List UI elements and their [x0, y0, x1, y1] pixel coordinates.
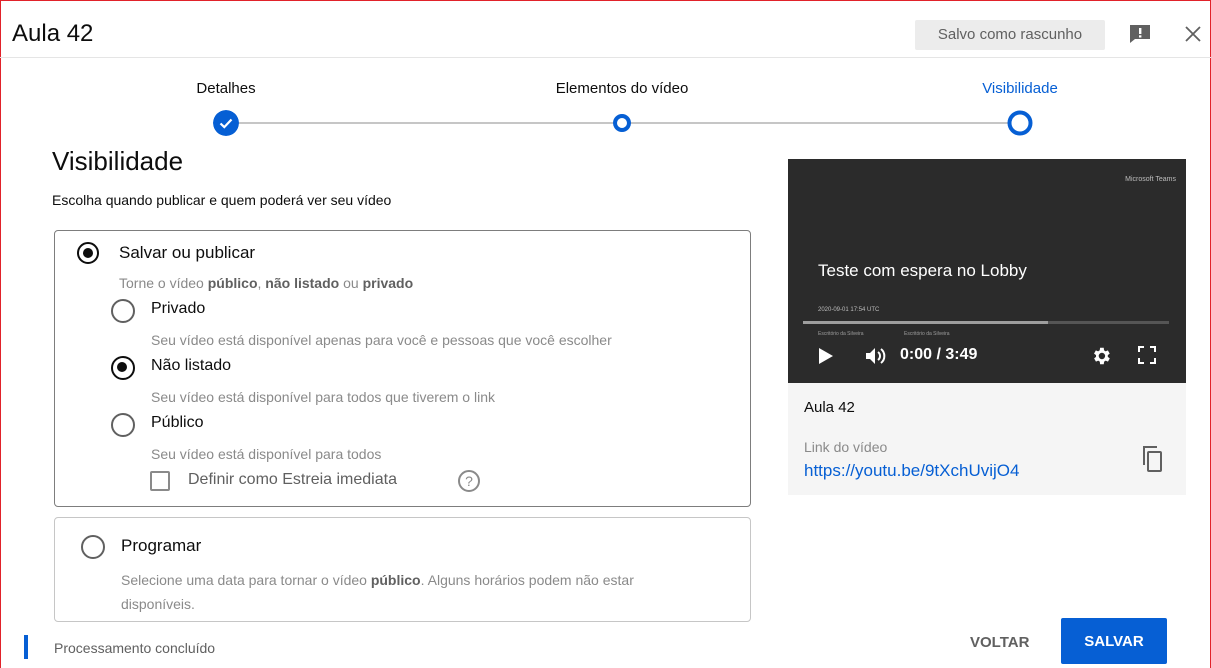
schedule-radio[interactable] — [81, 535, 105, 559]
save-publish-label: Salvar ou publicar — [119, 243, 256, 262]
unlisted-radio[interactable] — [111, 356, 135, 380]
public-description: Seu vídeo está disponível para todos — [151, 446, 382, 462]
video-info-panel: Aula 42 Link do vídeo https://youtu.be/9… — [788, 383, 1186, 495]
video-title-text: Teste com espera no Lobby — [818, 261, 1027, 280]
video-link[interactable]: https://youtu.be/9tXchUvijO4 — [804, 461, 1019, 481]
volume-icon[interactable] — [864, 346, 890, 366]
video-link-label: Link do vídeo — [804, 439, 888, 455]
video-preview[interactable]: Microsoft Teams Teste com espera no Lobb… — [788, 159, 1186, 383]
step-connector — [226, 122, 622, 124]
video-time: 0:00 / 3:49 — [900, 346, 978, 363]
copy-icon[interactable] — [1141, 445, 1163, 473]
private-description: Seu vídeo está disponível apenas para vo… — [151, 332, 612, 348]
processing-indicator — [24, 635, 28, 659]
save-publish-card[interactable]: Salvar ou publicar Torne o vídeo público… — [54, 230, 751, 507]
presenter-name-2: Escritório da Silveira — [904, 331, 950, 337]
step-connector — [622, 122, 1020, 124]
step-label-visibility[interactable]: Visibilidade — [982, 80, 1058, 97]
save-publish-description: Torne o vídeo público, não listado ou pr… — [119, 275, 414, 291]
video-progress-bar[interactable] — [803, 321, 1169, 324]
help-icon[interactable]: ? — [458, 470, 480, 492]
step-dot-icon[interactable] — [612, 113, 632, 133]
video-progress-fill — [803, 321, 1049, 324]
presenter-name-1: Escritório da Silveira — [818, 331, 864, 337]
save-publish-radio[interactable] — [77, 242, 99, 264]
video-date-text: 2020-09-01 17:54 UTC — [818, 307, 880, 313]
play-icon[interactable] — [818, 347, 834, 365]
fullscreen-icon[interactable] — [1138, 346, 1156, 364]
feedback-icon[interactable] — [1129, 24, 1151, 44]
schedule-label: Programar — [121, 536, 202, 555]
video-brand-text: Microsoft Teams — [1125, 176, 1176, 183]
public-radio[interactable] — [111, 413, 135, 437]
close-icon[interactable] — [1181, 22, 1205, 46]
video-file-title: Aula 42 — [804, 399, 855, 416]
premiere-label[interactable]: Definir como Estreia imediata — [188, 471, 397, 489]
settings-gear-icon[interactable] — [1090, 345, 1112, 367]
draft-status-badge: Salvo como rascunho — [915, 20, 1105, 50]
check-circle-icon[interactable] — [213, 110, 239, 136]
public-label: Público — [151, 414, 204, 431]
back-button[interactable]: VOLTAR — [958, 623, 1041, 663]
unlisted-description: Seu vídeo está disponível para todos que… — [151, 389, 495, 405]
premiere-checkbox[interactable] — [150, 471, 170, 491]
unlisted-label: Não listado — [151, 357, 232, 374]
private-radio[interactable] — [111, 299, 135, 323]
schedule-description: Selecione uma data para tornar o vídeo p… — [121, 572, 634, 612]
step-dot-current-icon[interactable] — [1006, 109, 1034, 137]
dialog-title: Aula 42 — [12, 20, 94, 47]
step-label-details[interactable]: Detalhes — [196, 80, 255, 97]
processing-status: Processamento concluído — [54, 640, 216, 656]
step-label-video-elements[interactable]: Elementos do vídeo — [556, 80, 689, 97]
page-subtitle: Escolha quando publicar e quem poderá ve… — [52, 192, 392, 208]
page-title: Visibilidade — [52, 146, 184, 176]
private-label: Privado — [151, 300, 206, 317]
save-button[interactable]: SALVAR — [1061, 618, 1167, 664]
schedule-card[interactable]: Programar Selecione uma data para tornar… — [54, 517, 751, 622]
dialog-header: Aula 42 Salvo como rascunho — [0, 0, 1211, 58]
